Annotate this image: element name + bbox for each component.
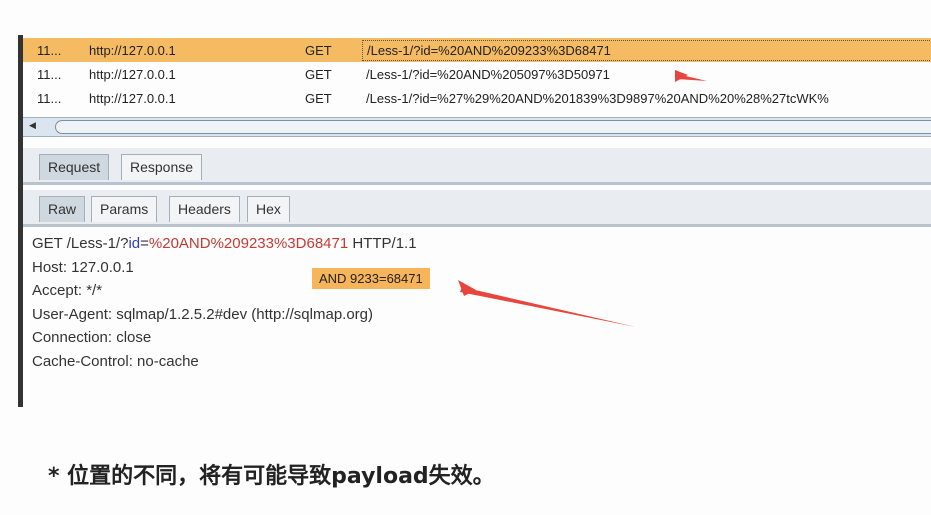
arrow-icon (458, 280, 636, 327)
arrow-icon (675, 70, 707, 82)
caption-text: * 位置的不同，将有可能导致payload失效。 (48, 464, 495, 489)
annotation-arrows (458, 70, 707, 327)
